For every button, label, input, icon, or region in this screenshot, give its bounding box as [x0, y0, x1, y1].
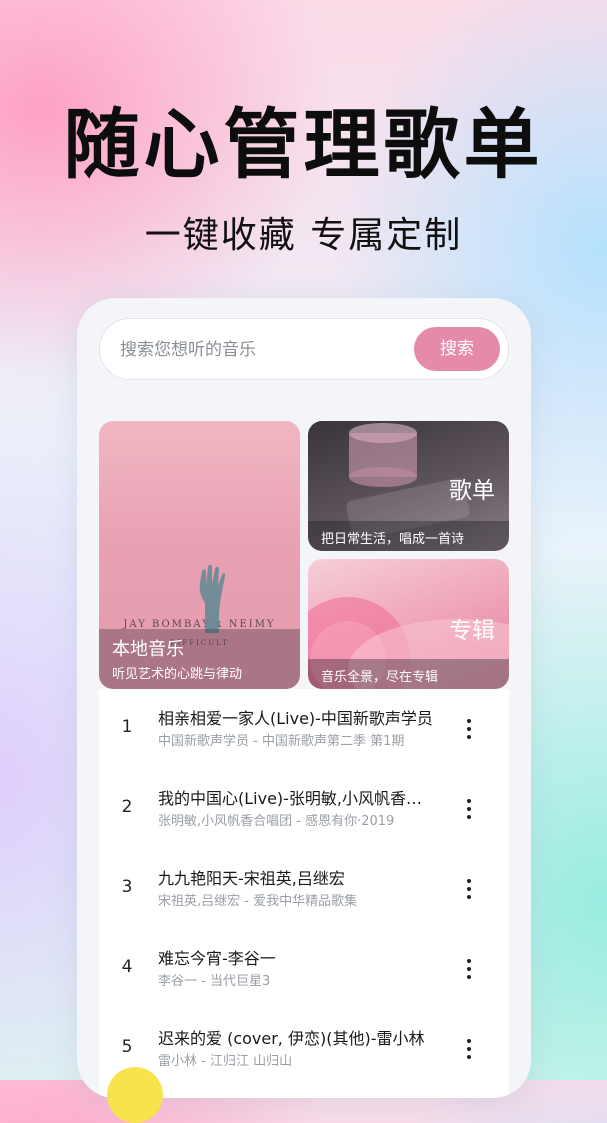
song-number: 5 [121, 1037, 133, 1057]
search-button[interactable]: 搜索 [414, 327, 500, 371]
song-title: 九九艳阳天-宋祖英,吕继宏 [158, 869, 345, 888]
song-title: 难忘今宵-李谷一 [158, 949, 276, 968]
local-music-card[interactable]: JAY BOMBAY x NEIMY DIFFICULT 本地音乐 听见艺术的心… [99, 421, 300, 689]
song-row[interactable]: 3 九九艳阳天-宋祖英,吕继宏 宋祖英,吕继宏 - 爱我中华精品歌集 [99, 849, 509, 929]
playlist-caption: 把日常生活，唱成一首诗 [308, 521, 509, 551]
mini-player-button[interactable] [107, 1067, 163, 1123]
song-number: 3 [121, 877, 133, 897]
song-subtitle: 雷小林 - 江归江 山归山 [158, 1054, 293, 1069]
song-row[interactable]: 5 迟来的爱 (cover, 伊恋)(其他)-雷小林 雷小林 - 江归江 山归山 [99, 1009, 509, 1089]
search-bar: 搜索 [99, 318, 509, 381]
song-title: 我的中国心(Live)-张明敏,小风帆香合唱团 [158, 789, 438, 808]
album-caption: 音乐全景，尽在专辑 [308, 659, 509, 689]
song-row[interactable]: 4 难忘今宵-李谷一 李谷一 - 当代巨星3 [99, 929, 509, 1009]
more-options-icon[interactable] [459, 951, 479, 987]
more-options-icon[interactable] [459, 871, 479, 907]
album-title: 专辑 [449, 618, 495, 644]
song-title: 相亲相爱一家人(Live)-中国新歌声学员 [158, 709, 433, 728]
song-row[interactable]: 2 我的中国心(Live)-张明敏,小风帆香合唱团 张明敏,小风帆香合唱团 - … [99, 769, 509, 849]
promo-headline: 随心管理歌单 [63, 100, 544, 189]
album-subtitle: 音乐全景，尽在专辑 [321, 670, 439, 685]
song-number: 4 [121, 957, 133, 977]
phone-mockup: 搜索 JAY BOMBAY x NEIMY DIFFICULT 本地音乐 听见艺… [77, 298, 531, 1098]
song-subtitle: 中国新歌声学员 - 中国新歌声第二季 第1期 [158, 734, 405, 749]
promo-subline: 一键收藏 专属定制 [144, 215, 463, 256]
song-number: 2 [121, 797, 133, 817]
song-title: 迟来的爱 (cover, 伊恋)(其他)-雷小林 [158, 1029, 425, 1048]
more-options-icon[interactable] [459, 791, 479, 827]
local-music-title: 本地音乐 [112, 639, 184, 660]
search-input[interactable] [118, 319, 392, 381]
playlist-card[interactable]: 歌单 把日常生活，唱成一首诗 [308, 421, 509, 551]
hand-illustration [199, 564, 226, 633]
playlist-title: 歌单 [449, 478, 495, 504]
album-card[interactable]: 专辑 音乐全景，尽在专辑 [308, 559, 509, 689]
more-options-icon[interactable] [459, 711, 479, 747]
song-row[interactable]: 1 相亲相爱一家人(Live)-中国新歌声学员 中国新歌声学员 - 中国新歌声第… [99, 689, 509, 769]
song-number: 1 [121, 717, 133, 737]
song-subtitle: 宋祖英,吕继宏 - 爱我中华精品歌集 [158, 894, 358, 909]
playlist-subtitle: 把日常生活，唱成一首诗 [321, 532, 465, 547]
song-subtitle: 李谷一 - 当代巨星3 [158, 974, 271, 989]
more-options-icon[interactable] [459, 1031, 479, 1067]
local-music-caption: 本地音乐 听见艺术的心跳与律动 [99, 629, 300, 689]
song-subtitle: 张明敏,小风帆香合唱团 - 感恩有你·2019 [158, 814, 395, 829]
song-list: 1 相亲相爱一家人(Live)-中国新歌声学员 中国新歌声学员 - 中国新歌声第… [99, 689, 509, 1098]
local-music-subtitle: 听见艺术的心跳与律动 [112, 667, 243, 682]
